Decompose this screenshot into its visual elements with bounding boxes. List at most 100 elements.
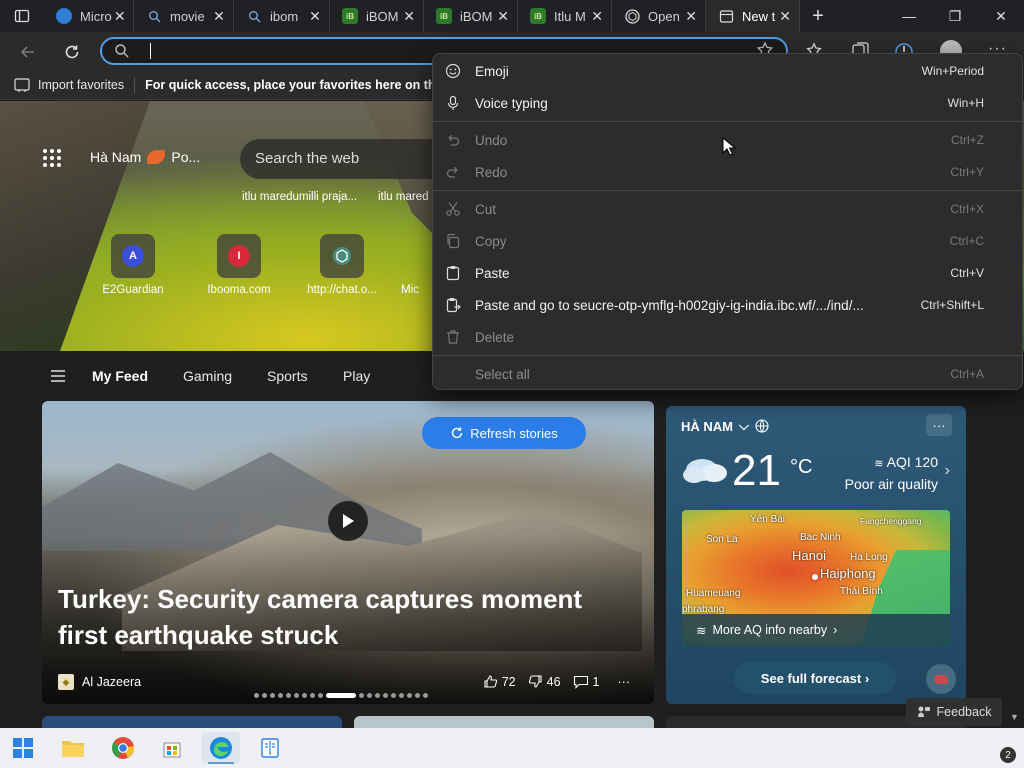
browser-tab[interactable]: Micro ✕ <box>44 0 134 32</box>
browser-tab[interactable]: movie ✕ <box>134 0 234 32</box>
menu-item-copy[interactable]: Copy Ctrl+C <box>433 226 1022 256</box>
story-reactions: 72 46 1 ··· <box>483 674 630 689</box>
more-aq-label: More AQ info nearby <box>712 623 828 637</box>
weather-card[interactable]: HÀ NAM ⌵ ··· 21 °C ≋ AQI 120 Poor air qu… <box>666 406 966 704</box>
chevron-right-icon[interactable]: › <box>945 462 950 480</box>
feed-tab-my-feed[interactable]: My Feed <box>92 368 148 384</box>
temperature-unit[interactable]: °C <box>790 456 812 479</box>
import-favorites-button[interactable]: Import favorites <box>14 77 124 93</box>
menu-item-delete[interactable]: Delete <box>433 322 1022 352</box>
menu-item-cut[interactable]: Cut Ctrl+X <box>433 194 1022 224</box>
minimize-button[interactable]: — <box>886 0 932 32</box>
comments-button[interactable]: 1 <box>573 675 600 689</box>
quick-link-tile: A <box>111 234 155 278</box>
browser-tab[interactable]: iB iBOM ✕ <box>330 0 424 32</box>
dislike-button[interactable]: 46 <box>528 674 561 689</box>
menu-item-select-all[interactable]: Select all Ctrl+A <box>433 359 1022 389</box>
back-button[interactable] <box>14 38 42 66</box>
aqi-status: Poor air quality <box>844 476 938 492</box>
story-source[interactable]: ◆ Al Jazeera <box>58 674 141 690</box>
like-button[interactable]: 72 <box>483 674 516 689</box>
play-video-button[interactable] <box>328 501 368 541</box>
story-headline[interactable]: Turkey: Security camera captures moment … <box>58 581 618 653</box>
store-icon <box>163 742 181 758</box>
see-full-forecast-button[interactable]: See full forecast › <box>734 662 896 694</box>
menu-icon[interactable] <box>50 369 66 383</box>
taskbar-edge[interactable] <box>202 732 240 764</box>
browser-tab[interactable]: iB Itlu M ✕ <box>518 0 612 32</box>
story-card-peek[interactable] <box>42 716 342 728</box>
refresh-icon <box>452 427 463 439</box>
notification-badge[interactable]: 2 <box>1000 747 1016 763</box>
quick-link-label: E2Guardian <box>102 284 164 296</box>
tab-actions-button[interactable] <box>0 0 44 32</box>
quick-link-tile: I <box>217 234 261 278</box>
like-count: 72 <box>501 674 516 689</box>
close-tab-icon[interactable]: ✕ <box>401 8 417 25</box>
taskbar-store[interactable] <box>153 732 191 764</box>
location-weather-chip[interactable]: Hà Nam Po... <box>90 149 200 165</box>
close-tab-icon[interactable]: ✕ <box>211 8 227 25</box>
ibomma-icon: iB <box>530 8 546 24</box>
web-search-placeholder: Search the web <box>255 150 360 167</box>
feed-tab-sports[interactable]: Sports <box>267 368 307 384</box>
top-story-card[interactable]: Refresh stories Turkey: Security camera … <box>42 401 654 704</box>
close-tab-icon[interactable]: ✕ <box>113 8 127 25</box>
browser-tab[interactable]: iB iBOM ✕ <box>424 0 518 32</box>
browser-tab[interactable]: Open ✕ <box>612 0 706 32</box>
menu-item-redo[interactable]: Redo Ctrl+Y <box>433 157 1022 187</box>
menu-item-voice-typing[interactable]: Voice typing Win+H <box>433 88 1022 118</box>
tab-title: iBOM <box>460 8 493 24</box>
close-tab-icon[interactable]: ✕ <box>777 8 793 25</box>
search-icon <box>146 8 162 24</box>
story-card-peek[interactable] <box>354 716 654 728</box>
taskbar-file-explorer[interactable] <box>54 732 92 764</box>
quick-link-ibooma[interactable]: I Ibooma.com <box>191 234 287 296</box>
close-tab-icon[interactable]: ✕ <box>589 8 605 25</box>
taskbar-chrome[interactable] <box>104 732 142 764</box>
close-tab-icon[interactable]: ✕ <box>495 8 511 25</box>
story-more-icon[interactable]: ··· <box>618 675 631 689</box>
map-label: Yên Bái <box>750 514 786 525</box>
feedback-button[interactable]: Feedback <box>906 698 1002 726</box>
quick-link-microsoft[interactable]: Mic <box>390 234 430 296</box>
web-search-box[interactable]: Search the web <box>240 139 436 179</box>
air-quality-map[interactable]: Yên Bái Son La Bac Ninh Fangchenggang Ha… <box>682 510 950 646</box>
quick-link-e2guardian[interactable]: A E2Guardian <box>85 234 181 296</box>
air-quality[interactable]: ≋ AQI 120 Poor air quality <box>845 452 938 494</box>
quick-link-label: Mic <box>401 284 419 296</box>
menu-item-paste-and-go[interactable]: Paste and go to seucre-otp-ymflg-h002giy… <box>433 290 1022 320</box>
start-button[interactable] <box>4 732 42 764</box>
new-tab-button[interactable]: + <box>800 5 836 28</box>
feed-tab-play[interactable]: Play <box>343 368 370 384</box>
al-jazeera-logo-icon: ◆ <box>58 674 74 690</box>
weather-assistant-avatar[interactable] <box>926 664 956 694</box>
tab-title: Open <box>648 8 680 24</box>
menu-item-shortcut: Ctrl+A <box>950 367 984 381</box>
map-label: Son La <box>706 534 738 545</box>
comment-count: 1 <box>592 674 600 689</box>
quick-link-chat[interactable]: http://chat.o... <box>294 234 390 296</box>
more-aq-info-link[interactable]: ≋ More AQ info nearby › <box>682 614 950 646</box>
menu-item-paste[interactable]: Paste Ctrl+V <box>433 258 1022 288</box>
search-suggestion[interactable]: itlu mared <box>378 191 429 203</box>
close-tab-icon[interactable]: ✕ <box>307 8 323 25</box>
browser-tab[interactable]: ibom ✕ <box>234 0 330 32</box>
aqi-icon: ≋ <box>696 623 707 638</box>
search-suggestion[interactable]: itlu maredumilli praja... <box>242 191 357 203</box>
edge-icon <box>56 8 72 24</box>
refresh-button[interactable] <box>58 38 86 66</box>
quick-link-avatar: A <box>122 245 144 267</box>
weather-location[interactable]: HÀ NAM ⌵ <box>681 418 769 434</box>
close-tab-icon[interactable]: ✕ <box>683 8 699 25</box>
app-launcher-icon[interactable] <box>42 148 62 168</box>
close-window-button[interactable]: ✕ <box>978 0 1024 32</box>
scroll-down-arrow-icon[interactable]: ▼ <box>1010 712 1019 722</box>
refresh-stories-button[interactable]: Refresh stories <box>422 417 586 449</box>
restore-button[interactable]: ❐ <box>932 0 978 32</box>
weather-more-button[interactable]: ··· <box>926 414 952 436</box>
taskbar-reader[interactable] <box>251 732 289 764</box>
feed-tab-gaming[interactable]: Gaming <box>183 368 232 384</box>
browser-tab[interactable]: New t ✕ <box>706 0 800 32</box>
menu-item-emoji[interactable]: Emoji Win+Period <box>433 56 1022 86</box>
